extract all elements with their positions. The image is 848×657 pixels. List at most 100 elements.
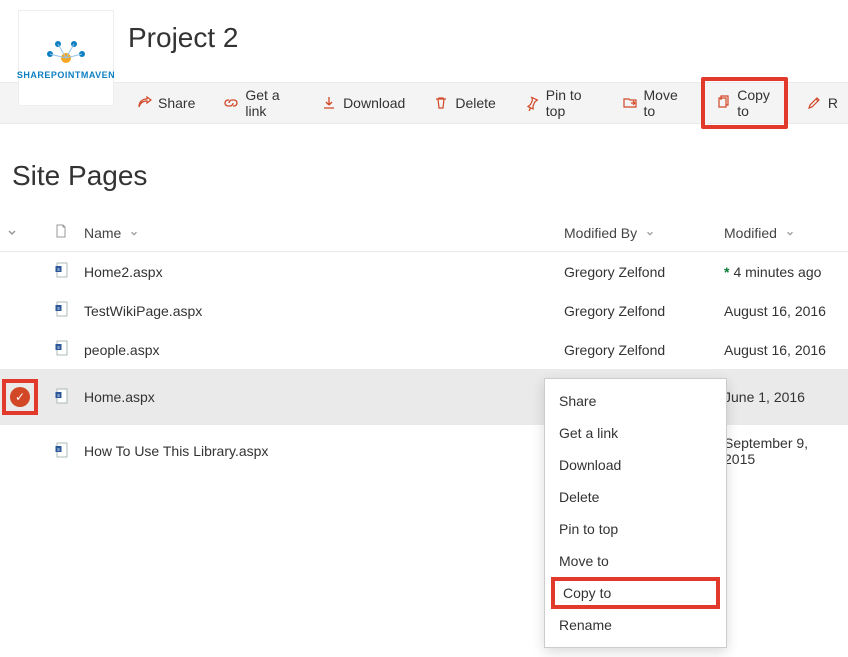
row-select-cell[interactable]: [0, 291, 48, 330]
context-menu-item-rename[interactable]: Rename: [545, 609, 726, 641]
file-name: Home2.aspx: [84, 264, 163, 280]
aspx-file-icon: s: [54, 391, 70, 407]
row-select-cell[interactable]: [0, 330, 48, 369]
chevron-down-icon: [645, 229, 655, 241]
modified-cell[interactable]: August 16, 2016: [718, 330, 848, 369]
copy-to-label: Copy to: [737, 87, 774, 119]
context-menu-item-label: Copy to: [563, 585, 611, 601]
pin-to-top-button[interactable]: Pin to top: [514, 81, 604, 125]
modified-value: 4 minutes ago: [733, 264, 821, 280]
move-to-button[interactable]: Move to: [612, 81, 694, 125]
chevron-down-icon: [129, 229, 139, 241]
file-type-cell: s: [48, 369, 78, 425]
delete-button[interactable]: Delete: [423, 89, 505, 117]
file-name: TestWikiPage.aspx: [84, 303, 202, 319]
download-label: Download: [343, 95, 405, 111]
file-name-cell[interactable]: Home.aspx: [78, 369, 558, 425]
column-header-name[interactable]: Name: [78, 216, 558, 252]
file-name-cell[interactable]: people.aspx: [78, 330, 558, 369]
site-logo[interactable]: SHAREPOINTMAVEN: [18, 10, 114, 106]
context-menu-item-label: Share: [559, 393, 596, 409]
chevron-down-icon: [785, 229, 795, 241]
modified-cell[interactable]: August 16, 2016: [718, 291, 848, 330]
move-icon: [622, 95, 638, 111]
context-menu-item-label: Pin to top: [559, 521, 618, 537]
modified-cell[interactable]: September 9, 2015: [718, 425, 848, 477]
name-header-label: Name: [84, 225, 121, 241]
trash-icon: [433, 95, 449, 111]
rename-button-partial[interactable]: R: [796, 89, 848, 117]
share-label: Share: [158, 95, 195, 111]
file-icon: [54, 225, 68, 241]
context-menu-item-label: Download: [559, 457, 621, 473]
get-a-link-label: Get a link: [245, 87, 293, 119]
modified-by-cell[interactable]: Gregory Zelfond: [558, 330, 718, 369]
file-type-cell: s: [48, 252, 78, 292]
file-type-cell: s: [48, 291, 78, 330]
context-menu-item-delete[interactable]: Delete: [545, 481, 726, 513]
modified-by-value: Gregory Zelfond: [564, 342, 665, 358]
modified-value: September 9, 2015: [724, 435, 808, 467]
file-type-cell: s: [48, 330, 78, 369]
context-menu-item-label: Delete: [559, 489, 599, 505]
file-name: Home.aspx: [84, 389, 155, 405]
modified-by-cell[interactable]: Gregory Zelfond: [558, 252, 718, 292]
delete-label: Delete: [455, 95, 495, 111]
context-menu-item-download[interactable]: Download: [545, 449, 726, 481]
site-title[interactable]: Project 2: [128, 22, 239, 54]
column-header-modified-by[interactable]: Modified By: [558, 216, 718, 252]
logo-content: SHAREPOINTMAVEN: [17, 36, 115, 80]
table-row[interactable]: s Home2.aspx Gregory Zelfond *4 minutes ago: [0, 252, 848, 292]
context-menu-item-copy-to[interactable]: Copy to: [551, 577, 720, 609]
new-indicator-icon: *: [724, 264, 729, 280]
context-menu-item-label: Rename: [559, 617, 612, 633]
modified-by-cell[interactable]: Gregory Zelfond: [558, 291, 718, 330]
copy-to-button[interactable]: Copy to: [709, 83, 780, 123]
file-name: How To Use This Library.aspx: [84, 443, 268, 459]
modified-cell[interactable]: June 1, 2016: [718, 369, 848, 425]
rename-label-partial: R: [828, 95, 838, 111]
context-menu-item-label: Move to: [559, 553, 609, 569]
modified-cell[interactable]: *4 minutes ago: [718, 252, 848, 292]
aspx-file-icon: s: [54, 445, 70, 461]
copy-icon: [715, 95, 731, 111]
context-menu-item-pin-to-top[interactable]: Pin to top: [545, 513, 726, 545]
context-menu-item-share[interactable]: Share: [545, 385, 726, 417]
table-row[interactable]: s people.aspx Gregory Zelfond August 16, 20…: [0, 330, 848, 369]
row-select-cell[interactable]: ✓: [0, 369, 48, 425]
context-menu-item-get-a-link[interactable]: Get a link: [545, 417, 726, 449]
copy-to-highlight: Copy to: [701, 77, 788, 129]
site-header: SHAREPOINTMAVEN Project 2: [0, 0, 848, 82]
modified-value: August 16, 2016: [724, 342, 826, 358]
modified-by-value: Gregory Zelfond: [564, 264, 665, 280]
column-header-modified[interactable]: Modified: [718, 216, 848, 252]
modified-by-value: Gregory Zelfond: [564, 303, 665, 319]
file-name-cell[interactable]: How To Use This Library.aspx: [78, 425, 558, 477]
modified-value: June 1, 2016: [724, 389, 805, 405]
download-icon: [321, 95, 337, 111]
row-select-cell[interactable]: [0, 252, 48, 292]
command-bar: Share Get a link Download Delete Pin to …: [0, 82, 848, 124]
link-icon: [223, 95, 239, 111]
row-select-cell[interactable]: [0, 425, 48, 477]
column-header-type[interactable]: [48, 216, 78, 252]
column-header-row: Name Modified By Modified: [0, 216, 848, 252]
logo-graphic-icon: [36, 36, 96, 66]
file-name: people.aspx: [84, 342, 160, 358]
file-name-cell[interactable]: TestWikiPage.aspx: [78, 291, 558, 330]
aspx-file-icon: s: [54, 304, 70, 320]
context-menu-item-move-to[interactable]: Move to: [545, 545, 726, 577]
share-button[interactable]: Share: [126, 89, 205, 117]
modified-by-header-label: Modified By: [564, 225, 637, 241]
table-row[interactable]: s TestWikiPage.aspx Gregory Zelfond August …: [0, 291, 848, 330]
get-a-link-button[interactable]: Get a link: [213, 81, 303, 125]
context-menu-item-label: Get a link: [559, 425, 618, 441]
pin-icon: [524, 95, 540, 111]
file-name-cell[interactable]: Home2.aspx: [78, 252, 558, 292]
selection-highlight: ✓: [2, 379, 38, 415]
share-icon: [136, 95, 152, 111]
checkmark-icon: ✓: [10, 387, 30, 407]
column-header-select[interactable]: [0, 216, 48, 252]
download-button[interactable]: Download: [311, 89, 415, 117]
pencil-icon: [806, 95, 822, 111]
